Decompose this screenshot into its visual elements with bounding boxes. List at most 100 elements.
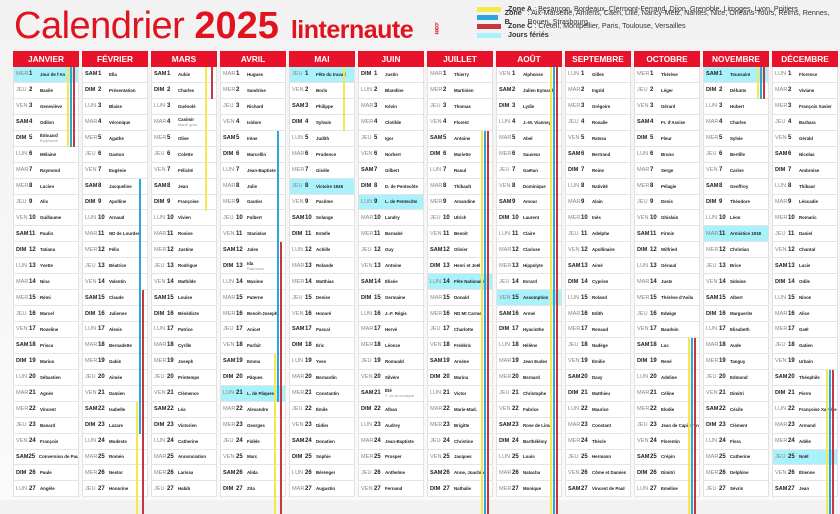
- day-row[interactable]: LUN 9 L. de Pentecôte: [359, 194, 423, 211]
- day-row[interactable]: JEU 4 Rosalie: [566, 115, 630, 131]
- day-row[interactable]: JEU 17 Anicet: [221, 322, 285, 338]
- day-row[interactable]: SAM 4 Fr. d'Assise: [635, 115, 699, 131]
- day-row[interactable]: LUN 14 Maxime: [221, 274, 285, 291]
- day-row[interactable]: MAR 4 Charles: [704, 115, 768, 131]
- day-row[interactable]: DIM 9 Apolline: [83, 195, 147, 211]
- day-row[interactable]: JEU 3 Thomas: [428, 99, 492, 115]
- day-row[interactable]: JEU 11 Adelphe: [566, 226, 630, 243]
- day-row[interactable]: DIM 21 Matthieu: [566, 386, 630, 402]
- day-row[interactable]: MER 11 Barnabé: [359, 226, 423, 243]
- day-row[interactable]: MER 21 Constantin: [290, 386, 354, 402]
- day-row[interactable]: SAM 20 Davy: [566, 370, 630, 386]
- day-row[interactable]: DIM 16 Marguerite: [704, 306, 768, 322]
- day-row[interactable]: MAR 6 Prudence: [290, 147, 354, 163]
- day-row[interactable]: SAM 13 Aimé: [566, 258, 630, 275]
- day-row[interactable]: VEN 17 Roseline: [14, 322, 78, 338]
- day-row[interactable]: LUN 7 Jean-Baptiste: [221, 163, 285, 179]
- day-row[interactable]: DIM 9 Théodore: [704, 195, 768, 211]
- day-row[interactable]: VEN 9 Pacôme: [290, 195, 354, 211]
- day-row[interactable]: DIM 16 Bénédicte: [152, 306, 216, 322]
- day-row[interactable]: MAR 16 Edith: [566, 306, 630, 322]
- day-row[interactable]: JEU 13 Rodrigue: [152, 258, 216, 275]
- day-row[interactable]: MER 8 Lucien: [14, 179, 78, 195]
- day-row[interactable]: SAM 1 Ella: [83, 67, 147, 83]
- day-row[interactable]: VEN 19 Émilie: [566, 354, 630, 370]
- day-row[interactable]: VEN 24 François: [14, 434, 78, 450]
- day-row[interactable]: LUN 3 Blaise: [83, 99, 147, 115]
- day-row[interactable]: MER 22 Vincent: [14, 402, 78, 418]
- day-row[interactable]: MAR 18 Bernadette: [83, 338, 147, 354]
- day-row[interactable]: VEN 7 Eugénie: [83, 163, 147, 179]
- day-row[interactable]: MAR 11 Rosine: [152, 226, 216, 243]
- day-row[interactable]: JEU 26 Anthelme: [359, 465, 423, 482]
- day-row[interactable]: MER 10 Romaric: [773, 210, 837, 227]
- day-row[interactable]: LUN 1 Florence: [773, 67, 837, 83]
- day-row[interactable]: VEN 26 Côme et Damien: [566, 465, 630, 482]
- day-row[interactable]: JEU 22 Émile: [290, 402, 354, 418]
- day-row[interactable]: VEN 18 Parfait: [221, 338, 285, 354]
- day-row[interactable]: MAR 16 Alice: [773, 306, 837, 322]
- day-row[interactable]: MAR 4 Véronique: [83, 115, 147, 131]
- day-row[interactable]: VEN 11 Stanislas: [221, 226, 285, 243]
- day-row[interactable]: JEU 16 Edwige: [635, 306, 699, 322]
- day-row[interactable]: VEN 23 Didier: [290, 418, 354, 434]
- day-row[interactable]: LUN 27 Angèle: [14, 481, 78, 498]
- day-row[interactable]: DIM 19 Marius: [14, 354, 78, 370]
- day-row[interactable]: VEN 3 Gérard: [635, 99, 699, 115]
- day-row[interactable]: MER 5 Sylvie: [704, 131, 768, 147]
- day-row[interactable]: LUN 10 Léon: [704, 210, 768, 227]
- day-row[interactable]: MAR 8 Julie: [221, 179, 285, 195]
- day-row[interactable]: VEN 14 Valentin: [83, 274, 147, 291]
- day-row[interactable]: DIM 26 Paule: [14, 465, 78, 482]
- day-row[interactable]: LUN 6 Mélaine: [14, 147, 78, 163]
- day-row[interactable]: SAM 15 Louise: [152, 290, 216, 307]
- day-row[interactable]: MAR 9 Alain: [566, 195, 630, 211]
- day-row[interactable]: MAR 21 Agnès: [14, 386, 78, 402]
- day-row[interactable]: MER 10 Inès: [566, 210, 630, 227]
- day-row[interactable]: VEN 13 Antoine: [359, 258, 423, 275]
- day-row[interactable]: VEN 21 Damien: [83, 386, 147, 402]
- day-row[interactable]: VEN 27 Fernand: [359, 481, 423, 498]
- day-row[interactable]: JEU 27 Habib: [152, 481, 216, 498]
- day-row[interactable]: SAM 22 Léa: [152, 402, 216, 418]
- day-row[interactable]: JEU 11 Daniel: [773, 226, 837, 243]
- day-row[interactable]: JEU 16 Marcel: [14, 306, 78, 322]
- day-row[interactable]: DIM 23 Clément: [704, 418, 768, 434]
- day-row[interactable]: MER 26 Delphine: [704, 465, 768, 482]
- day-row[interactable]: DIM 14 Odile: [773, 274, 837, 291]
- day-row[interactable]: JEU 20 Edmond: [704, 370, 768, 386]
- day-row[interactable]: MER 9 Gautier: [221, 195, 285, 211]
- day-row[interactable]: VEN 6 Norbert: [359, 147, 423, 163]
- day-row[interactable]: MER 3 Grégoire: [566, 99, 630, 115]
- day-row[interactable]: LUN 2 Blandine: [359, 83, 423, 99]
- day-row[interactable]: MAR 9 Léocadie: [773, 195, 837, 211]
- day-row[interactable]: DIM 7 Ambroise: [773, 163, 837, 179]
- day-row[interactable]: VEN 5 Raïssa: [566, 131, 630, 147]
- day-row[interactable]: LUN 17 Alexis: [83, 322, 147, 338]
- day-row[interactable]: MAR 1 Thierry: [428, 67, 492, 83]
- day-row[interactable]: MAR 11 ND de Lourdes: [83, 226, 147, 243]
- day-row[interactable]: MAR 27 Augustin: [290, 481, 354, 498]
- day-row[interactable]: MER 14 Matthias: [290, 274, 354, 291]
- day-row[interactable]: VEN 20 Silvère: [359, 370, 423, 386]
- day-row[interactable]: MER 24 Thècle: [566, 434, 630, 450]
- day-row[interactable]: MAR 7 Raymond: [14, 163, 78, 179]
- day-row[interactable]: SAM 22 Cécile: [704, 402, 768, 418]
- day-row[interactable]: VEN 10 Guillaume: [14, 210, 78, 227]
- day-row[interactable]: LUN 20 Sébastien: [14, 370, 78, 386]
- day-row[interactable]: DIM 16 Julienne: [83, 306, 147, 322]
- day-row[interactable]: SAM 5 Irène: [221, 131, 285, 147]
- day-row[interactable]: LUN 23 Audrey: [359, 418, 423, 434]
- day-row[interactable]: MER 25 Prosper: [359, 450, 423, 466]
- day-row[interactable]: LUN 22 Maurice: [566, 402, 630, 418]
- day-row[interactable]: MAR 11 Armistice 1918: [704, 226, 768, 243]
- day-row[interactable]: SAM 8 Jacqueline: [83, 179, 147, 195]
- day-row[interactable]: MER 17 Gaël: [773, 322, 837, 338]
- day-row[interactable]: MER 2 Sandrine: [221, 83, 285, 99]
- day-row[interactable]: LUN 8 Thibaut: [773, 179, 837, 195]
- day-row[interactable]: JEU 6 Gaston: [83, 147, 147, 163]
- day-row[interactable]: JEU 13 Brice: [704, 258, 768, 275]
- day-row[interactable]: MER 12 Félix: [83, 242, 147, 259]
- day-row[interactable]: DIM 22 Alban: [359, 402, 423, 418]
- day-row[interactable]: SAM 7 Gilbert: [359, 163, 423, 179]
